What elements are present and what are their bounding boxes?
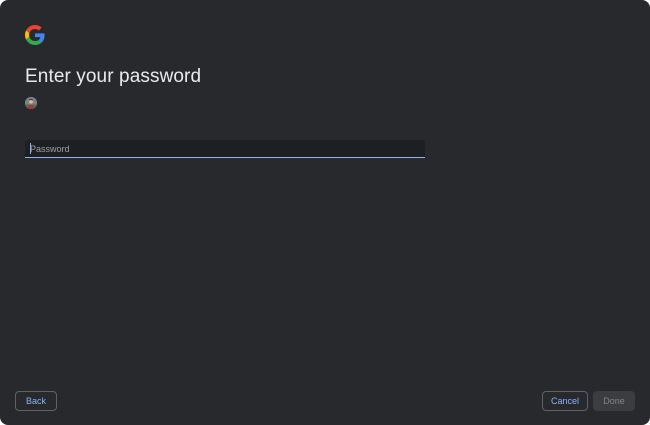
- back-button[interactable]: Back: [15, 391, 57, 411]
- page-title: Enter your password: [25, 66, 202, 87]
- password-input[interactable]: [25, 140, 425, 158]
- account-avatar: [25, 97, 37, 109]
- text-cursor: [30, 143, 31, 154]
- google-logo-icon: [25, 25, 45, 45]
- sign-in-dialog: Enter your password Back Cancel Done: [0, 0, 650, 425]
- cancel-button[interactable]: Cancel: [542, 391, 588, 411]
- done-button[interactable]: Done: [593, 391, 635, 411]
